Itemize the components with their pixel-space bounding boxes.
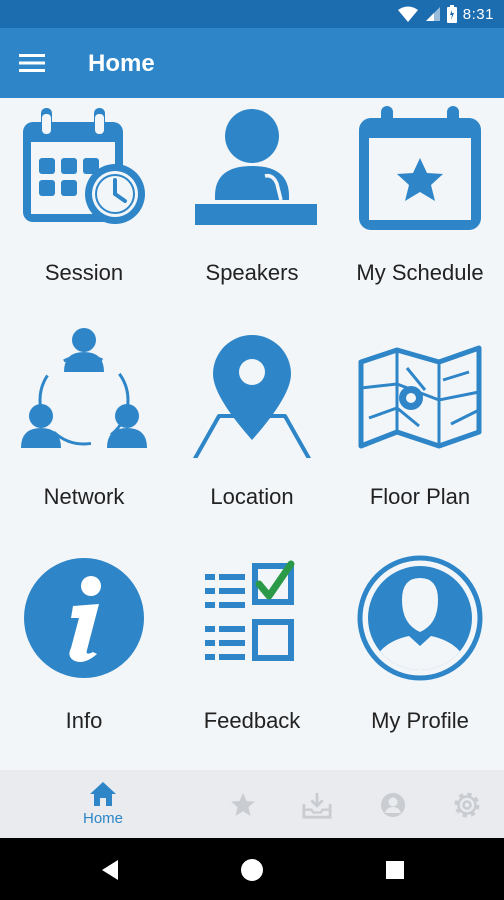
inbox-download-icon	[302, 792, 332, 819]
star-icon	[231, 793, 255, 816]
tile-label: My Schedule	[356, 260, 484, 285]
app-bar: Home	[0, 28, 504, 98]
bottom-navigation: Home	[0, 770, 504, 838]
nav-settings[interactable]	[452, 770, 484, 838]
status-bar: 8:31	[0, 0, 504, 28]
home-icon	[90, 782, 116, 806]
battery-icon	[446, 5, 457, 23]
tile-speakers[interactable]: Speakers	[168, 98, 336, 322]
home-grid: Session Speakers My Schedule Network Loc…	[0, 98, 504, 770]
speaker-podium-icon	[195, 109, 317, 225]
tile-my-schedule[interactable]: My Schedule	[336, 98, 504, 322]
tile-label: Info	[65, 708, 103, 733]
tile-label: Feedback	[203, 708, 301, 733]
tile-label: Location	[210, 484, 294, 509]
nav-downloads[interactable]	[302, 770, 334, 838]
back-icon[interactable]	[96, 855, 126, 885]
checklist-icon	[205, 560, 295, 661]
cell-signal-icon	[425, 7, 440, 21]
profile-icon	[357, 555, 483, 681]
recents-icon[interactable]	[380, 855, 410, 885]
tile-my-profile[interactable]: My Profile	[336, 546, 504, 770]
system-navigation-bar	[0, 838, 504, 900]
tile-session[interactable]: Session	[0, 98, 168, 322]
tile-label: Speakers	[205, 260, 299, 285]
tile-floor-plan[interactable]: Floor Plan	[336, 322, 504, 546]
nav-favorites[interactable]	[228, 770, 258, 838]
tile-label: My Profile	[371, 708, 469, 733]
hamburger-menu-icon	[19, 54, 45, 72]
nav-home-label: Home	[82, 810, 123, 827]
calendar-star-icon	[359, 106, 481, 230]
nav-account[interactable]	[378, 770, 408, 838]
nav-home[interactable]: Home	[72, 770, 134, 838]
network-people-icon	[21, 328, 147, 448]
tile-label: Floor Plan	[369, 484, 471, 509]
tile-network[interactable]: Network	[0, 322, 168, 546]
account-icon	[381, 793, 405, 817]
menu-button[interactable]	[16, 48, 48, 78]
floor-map-icon	[358, 345, 482, 449]
map-pin-icon	[192, 335, 312, 458]
status-time: 8:31	[462, 5, 494, 23]
home-circle-icon[interactable]	[237, 855, 267, 885]
tile-label: Network	[43, 484, 125, 509]
settings-icon	[454, 792, 480, 818]
tile-label: Session	[44, 260, 124, 285]
calendar-clock-icon	[23, 108, 145, 224]
tile-location[interactable]: Location	[168, 322, 336, 546]
info-icon	[24, 558, 144, 678]
tile-info[interactable]: Info	[0, 546, 168, 770]
page-title: Home	[88, 50, 155, 77]
wifi-icon	[397, 6, 418, 22]
tile-feedback[interactable]: Feedback	[168, 546, 336, 770]
status-icons: 8:31	[397, 4, 494, 24]
